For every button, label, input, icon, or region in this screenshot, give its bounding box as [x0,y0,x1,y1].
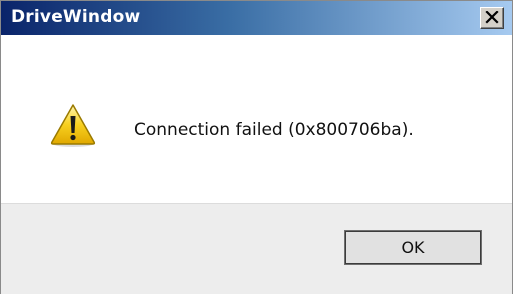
ok-button[interactable]: OK [344,230,482,265]
warning-icon [50,104,96,147]
window-title: DriveWindow [11,7,141,27]
close-icon [485,11,499,24]
dialog-content: Connection failed (0x800706ba). [1,35,512,203]
title-bar[interactable]: DriveWindow [1,1,512,35]
button-bar: OK [1,203,512,294]
error-message: Connection failed (0x800706ba). [134,120,414,140]
close-button[interactable] [480,7,504,29]
message-dialog: DriveWindow Connection failed (0x800706b… [0,0,513,294]
